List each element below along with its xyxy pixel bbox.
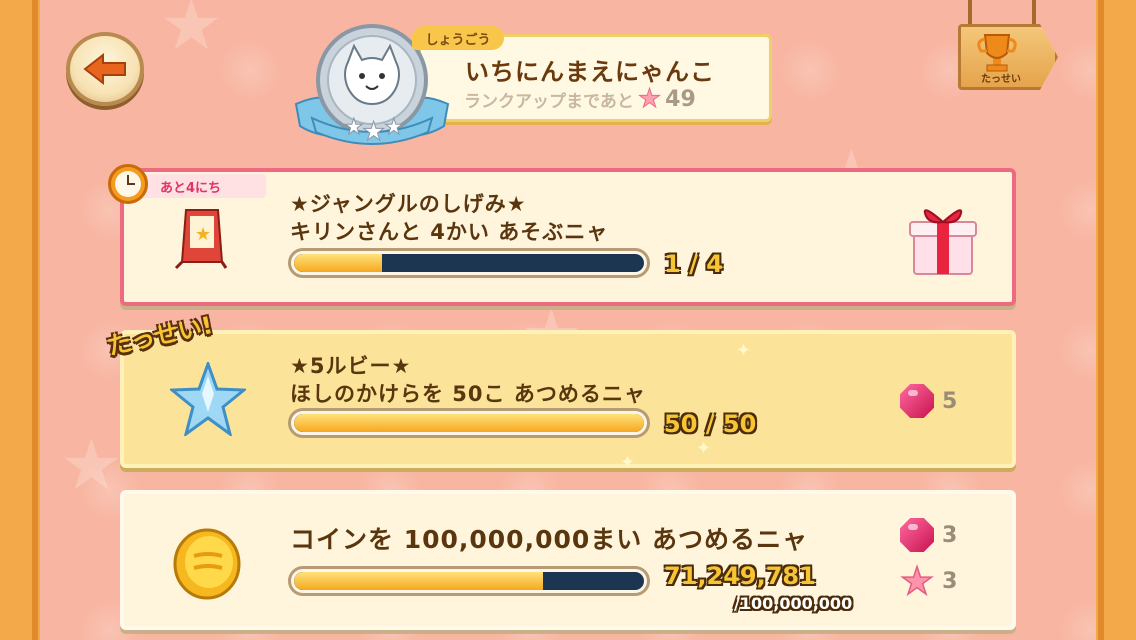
reward-amount: 3 <box>942 568 958 594</box>
svg-text:★: ★ <box>384 115 404 140</box>
reward-item: 5 <box>900 384 957 418</box>
sparkle-icon: ✦ <box>620 452 636 473</box>
ruby-gem-icon <box>900 518 934 552</box>
progress-fill <box>294 254 382 272</box>
title-tag: しょうごう <box>412 26 504 50</box>
mission-description: キリンさんと 4かい あそぶニャ <box>290 220 609 244</box>
reward-amount: 3 <box>942 522 958 548</box>
clock-icon <box>108 164 148 204</box>
pink-star-icon: ★ <box>899 559 935 603</box>
time-left-badge: あと4にち <box>108 164 268 204</box>
progress-current: 50 <box>664 410 698 438</box>
ruby-gem-icon <box>900 384 934 418</box>
progress-separator: / <box>705 410 715 438</box>
reward-item: 3 <box>900 518 957 552</box>
gift-box-icon <box>909 209 977 275</box>
mission-card[interactable] <box>120 490 1016 630</box>
mission-name: ★ジャングルのしげみ★ <box>290 192 527 216</box>
sparkle-icon: ✦ <box>696 438 712 459</box>
background-star-icon: ★ <box>160 0 223 66</box>
progress-total: /100,000,000 <box>734 594 853 613</box>
rank-up-remaining: 49 <box>665 86 696 112</box>
progress-count: 50 / 50 <box>664 410 756 438</box>
progress-fill <box>294 572 544 590</box>
rank-up-info: ランクアップまであと ★ 49 <box>464 84 696 114</box>
signboard-icon: ★ <box>174 209 228 270</box>
progress-total: 4 <box>706 250 723 278</box>
sign-rope <box>1032 0 1036 26</box>
mission-description: ほしのかけらを 50こ あつめるニャ <box>290 382 646 406</box>
time-left-label: あと4にち <box>138 174 266 198</box>
back-button[interactable] <box>66 32 144 106</box>
mission-name: ★5ルビー★ <box>290 354 412 378</box>
progress-separator: / <box>689 250 698 278</box>
sparkle-icon: ✦ <box>736 340 752 361</box>
pink-star-icon: ★ <box>637 84 662 114</box>
reward-amount: 5 <box>942 388 958 414</box>
rank-up-label: ランクアップまであと <box>464 91 634 112</box>
svg-text:★: ★ <box>362 117 385 147</box>
title-name: いちにんまえにゃんこ <box>465 58 715 86</box>
progress-current: 71,249,781 <box>664 562 816 590</box>
back-arrow-icon <box>83 53 126 85</box>
progress-fill <box>294 414 644 432</box>
mission-progress-bar <box>288 566 650 596</box>
progress-current: 1 <box>664 250 681 278</box>
sign-rope <box>968 0 972 26</box>
mission-progress-bar <box>288 248 650 278</box>
reward-item: ★ 3 <box>899 559 958 603</box>
progress-count: 1 / 4 <box>664 250 723 278</box>
svg-text:★: ★ <box>195 224 211 245</box>
svg-text:★: ★ <box>344 115 364 140</box>
crystal-star-icon <box>170 362 246 436</box>
mission-description: コインを 100,000,000まい あつめるニャ <box>290 525 808 554</box>
gold-coin-icon <box>173 528 241 600</box>
mission-progress-bar <box>288 408 650 438</box>
achievement-sign-label: たっせい <box>981 74 1021 85</box>
background-star-icon: ★ <box>60 424 123 506</box>
progress-total: 50 <box>722 410 757 438</box>
